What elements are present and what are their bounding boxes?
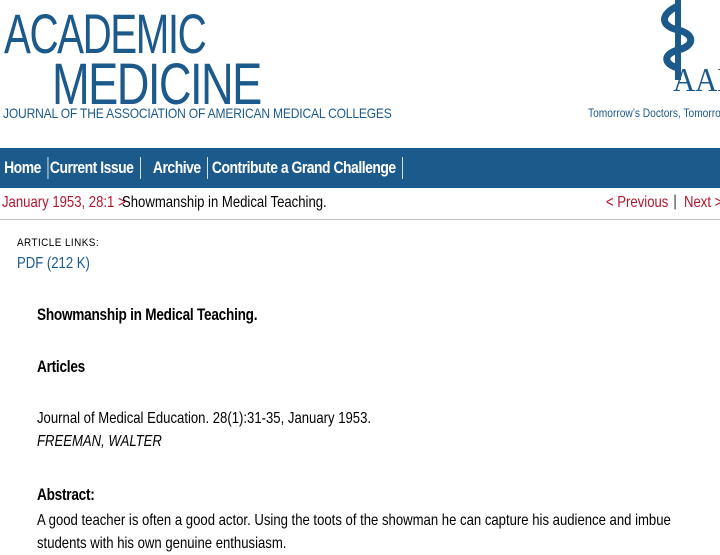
nav-current-issue[interactable]: Current Issue — [45, 157, 141, 179]
section-heading: Articles — [37, 357, 85, 376]
main-nav: Home Current Issue Archive Contribute a … — [0, 148, 720, 188]
aamc-logo-text[interactable]: AAM — [673, 62, 720, 100]
pdf-link[interactable]: PDF (212 K) — [17, 255, 90, 273]
pager-separator: | — [673, 193, 678, 210]
article-links-heading: ARTICLE LINKS: — [17, 237, 100, 249]
breadcrumb-issue-link[interactable]: January 1953, 28:1 > — [2, 194, 126, 212]
abstract-text: A good teacher is often a good actor. Us… — [37, 512, 671, 552]
nav-contribute-grand-challenge[interactable]: Contribute a Grand Challenge — [207, 157, 403, 179]
next-link[interactable]: Next > — [684, 194, 720, 212]
nav-archive[interactable]: Archive — [148, 157, 208, 179]
article-author: FREEMAN, WALTER — [37, 433, 162, 450]
previous-link[interactable]: < Previous — [606, 194, 668, 212]
masthead: ACADEMIC MEDICINE JOURNAL OF THE ASSOCIA… — [0, 0, 720, 148]
aamc-tagline: Tomorrow’s Doctors, Tomorrow’s — [588, 106, 720, 120]
article-citation: Journal of Medical Education. 28(1):31-3… — [37, 410, 372, 427]
abstract-heading: Abstract: — [37, 485, 95, 504]
journal-subtitle: JOURNAL OF THE ASSOCIATION OF AMERICAN M… — [3, 105, 392, 121]
nav-home[interactable]: Home — [0, 157, 49, 179]
breadcrumb: January 1953, 28:1 > Showmanship in Medi… — [0, 189, 720, 220]
breadcrumb-article-title: Showmanship in Medical Teaching. — [122, 194, 327, 211]
article-title: Showmanship in Medical Teaching. — [37, 305, 258, 324]
